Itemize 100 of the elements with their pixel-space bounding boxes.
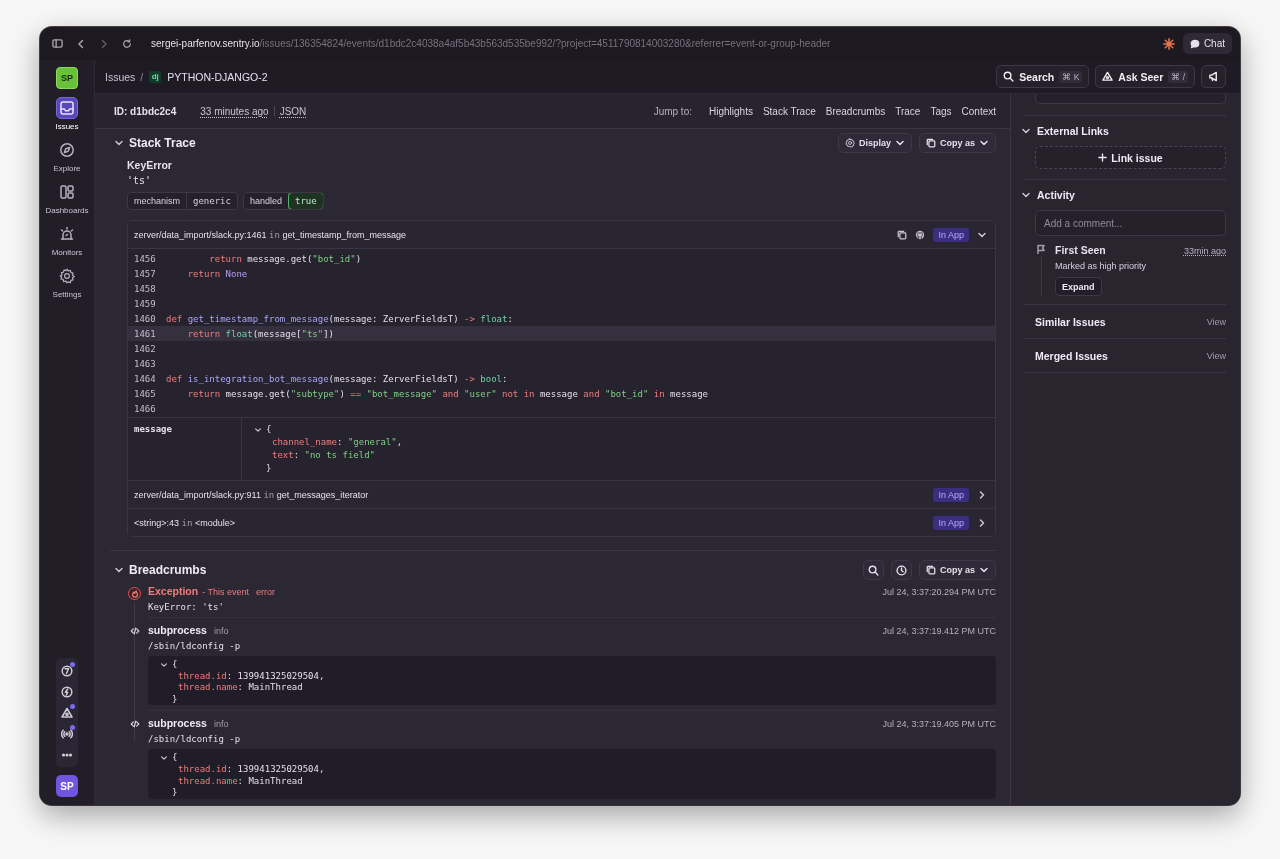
code-line: def get_timestamp_from_message(message: ZerverFieldsT) -> float: [166, 313, 513, 324]
event-id: ID: d1bdc2c4 [114, 105, 177, 117]
code-line: } [172, 787, 178, 799]
breadcrumb-title: subprocess [148, 624, 207, 636]
activity-text: Marked as high priority [1055, 261, 1148, 271]
search-icon [868, 564, 879, 576]
frame-path[interactable]: zerver/data_import/slack.py:1461 in get_timestamp_from_message [134, 229, 890, 240]
comment-field[interactable]: Add a comment... [1035, 210, 1226, 236]
keyboard-shortcut: ⌘ / [1168, 70, 1188, 83]
activity-time: 33min ago [1183, 246, 1226, 256]
search-button[interactable] [863, 560, 884, 580]
project-name: PYTHON-DJANGO-2 [167, 70, 268, 83]
jump-link[interactable]: Trace [895, 105, 921, 117]
caret-icon [895, 138, 905, 148]
user-avatar[interactable]: SP [56, 775, 78, 797]
chevron-right-icon[interactable] [977, 489, 987, 500]
code-line: thread.name: MainThread [178, 775, 303, 788]
code-line: return message.get("subtype") == "bot_message" and "user" not in message and "bot_id" in message [186, 388, 708, 399]
code-line: thread.id: 139941325029504, [178, 763, 325, 776]
ask-seer-button[interactable]: Ask Seer ⌘ / [1095, 65, 1195, 88]
breadcrumb-level: error [256, 587, 276, 597]
notification-dot [70, 725, 75, 730]
breadcrumb-level: info [213, 626, 229, 636]
nav-item[interactable]: Issues [41, 97, 93, 131]
section-title: Breadcrumbs [129, 563, 207, 577]
jump-link[interactable]: Context [961, 105, 996, 117]
section-title: External Links [1037, 125, 1109, 137]
nav-item[interactable]: Monitors [41, 223, 93, 257]
nav-item[interactable]: Dashboards [41, 181, 93, 215]
code-line: return message.get("bot_id") [208, 253, 362, 264]
line-number: 1466 [133, 403, 157, 414]
jump-link[interactable]: Stack Trace [762, 105, 816, 117]
flame-icon [128, 587, 141, 600]
back-icon[interactable] [76, 38, 86, 49]
reload-icon[interactable] [122, 38, 132, 49]
caret-icon [979, 565, 989, 575]
sidebar-toggle-icon[interactable] [52, 38, 63, 49]
breadcrumb-link[interactable]: Issues [105, 70, 136, 83]
breadcrumb-separator: / [140, 70, 144, 83]
in-app-badge: In App [933, 515, 969, 530]
compass-icon [59, 142, 75, 158]
copy-icon [926, 138, 936, 148]
collapse-icon [114, 565, 124, 575]
collapse-icon [1021, 190, 1031, 200]
copy-icon [897, 229, 908, 240]
breadcrumb-message: KeyError: 'ts' [148, 602, 225, 612]
nav-item[interactable]: Explore [41, 139, 93, 173]
code-line: { [266, 423, 272, 436]
broadcast-icon [61, 727, 73, 740]
search-button[interactable]: Search ⌘ K [996, 65, 1090, 88]
code-line: return None [186, 268, 248, 279]
view-link[interactable]: View [1206, 350, 1226, 361]
chevron-right-icon[interactable] [977, 517, 987, 528]
line-number: 1465 [133, 388, 157, 399]
link-issue-button[interactable]: Link issue [1035, 146, 1226, 169]
code-line: { [172, 752, 178, 764]
jump-link[interactable]: Tags [930, 105, 952, 117]
jump-link[interactable]: Highlights [709, 105, 753, 117]
copy-as-button[interactable]: Copy as [919, 133, 996, 153]
breadcrumb-level: info [213, 719, 229, 730]
forward-icon[interactable] [99, 38, 109, 49]
code-line: return float(message["ts"]) [186, 328, 334, 339]
copy-as-button[interactable]: Copy as [919, 560, 996, 580]
exception-type: KeyError [127, 159, 173, 171]
code-line: thread.name: MainThread [178, 682, 303, 694]
clock-icon [896, 564, 907, 576]
settings-icon [844, 138, 855, 148]
code-line: } [266, 462, 272, 475]
event-time[interactable]: 33 minutes ago [200, 105, 269, 117]
line-number: 1460 [133, 313, 157, 324]
breadcrumb-time: Jul 24, 3:37:20.294 PM UTC [882, 587, 996, 597]
chat-button[interactable]: Chat [1182, 33, 1232, 54]
collapse-icon [160, 754, 168, 763]
jump-link[interactable]: Breadcrumbs [825, 105, 886, 117]
section-title: Merged Issues [1035, 349, 1109, 362]
display-button[interactable]: Display [837, 133, 912, 153]
json-link[interactable]: JSON [279, 105, 307, 117]
flag-icon [1036, 244, 1046, 254]
frame-path[interactable]: zerver/data_import/slack.py:911 in get_messages_iterator [134, 489, 926, 500]
line-number: 1456 [133, 253, 157, 264]
frame-path[interactable]: <string>:43 in <module> [134, 517, 926, 528]
code-line: thread.id: 139941325029504, [178, 670, 325, 683]
plus-icon [1098, 153, 1108, 162]
code-line: def is_integration_bot_message(message: ZerverFieldsT) -> bool: [166, 373, 508, 384]
line-number: 1459 [133, 298, 157, 309]
code-icon [129, 626, 140, 636]
bolt-icon [61, 685, 73, 698]
triangle-icon [61, 706, 73, 719]
time-button[interactable] [891, 560, 912, 580]
sparkle-icon[interactable] [1162, 37, 1175, 50]
keyboard-shortcut: ⌘ K [1059, 70, 1083, 83]
expand-button[interactable]: Expand [1055, 277, 1102, 296]
nav-item[interactable]: Settings [41, 265, 93, 299]
view-link[interactable]: View [1206, 316, 1226, 327]
org-badge[interactable]: SP [56, 67, 78, 89]
triangle-eye-icon [1102, 71, 1114, 82]
feedback-button[interactable] [1201, 65, 1226, 88]
megaphone-icon [1208, 71, 1219, 82]
section-title: Stack Trace [129, 136, 196, 150]
address-bar[interactable]: sergei-parfenov.sentry.io/issues/136354824/events/d1bdc2c4038a4af5b43b563d535be992/?project=4511790814003280&referrer=event-or-group-header [151, 38, 1163, 49]
